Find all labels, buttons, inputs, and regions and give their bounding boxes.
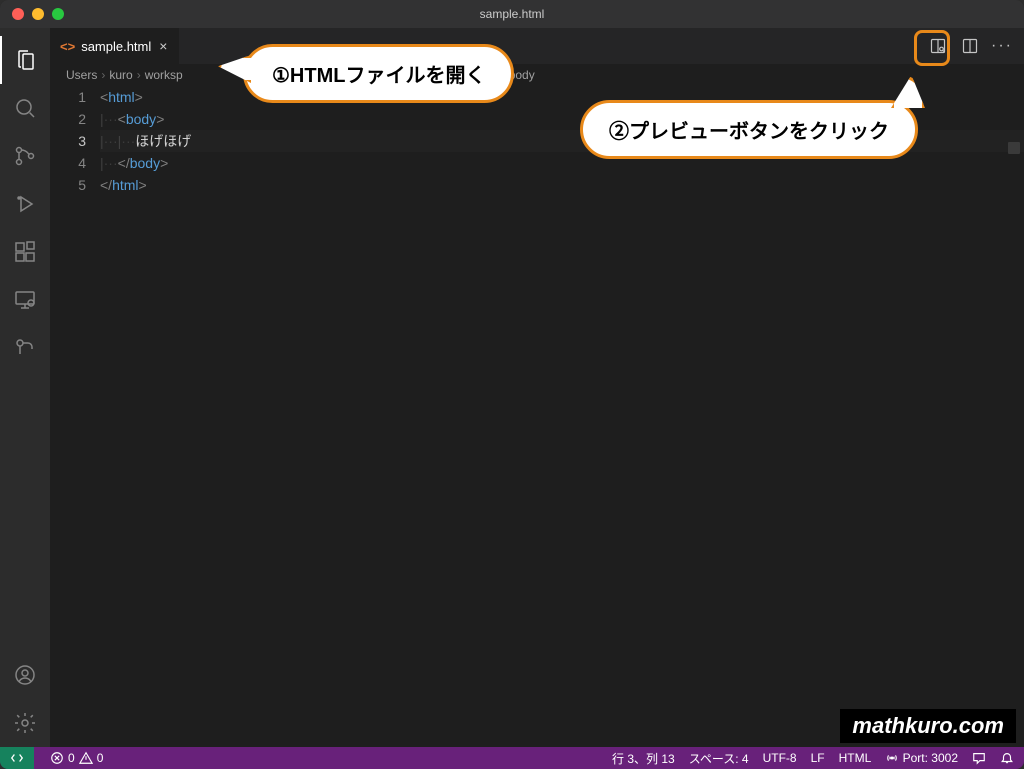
search-icon[interactable]	[0, 84, 50, 132]
minimap[interactable]	[1004, 86, 1024, 186]
minimize-window-button[interactable]	[32, 8, 44, 20]
close-window-button[interactable]	[12, 8, 24, 20]
annotation-callout-2: ②プレビューボタンをクリック	[580, 100, 918, 159]
watermark: mathkuro.com	[840, 709, 1016, 743]
extensions-icon[interactable]	[0, 228, 50, 276]
breadcrumb-segment[interactable]: kuro	[109, 68, 132, 82]
explorer-icon[interactable]	[0, 36, 50, 84]
indentation[interactable]: スペース: 4	[689, 750, 749, 767]
eol[interactable]: LF	[811, 751, 825, 765]
language-mode[interactable]: HTML	[839, 751, 872, 765]
activity-bar	[0, 28, 50, 747]
remote-indicator[interactable]	[0, 747, 34, 769]
status-bar: 0 0 行 3、列 13 スペース: 4 UTF-8 LF HTML Port:…	[0, 747, 1024, 769]
tab-bar: <> sample.html × ···	[50, 28, 1024, 64]
go-live-port[interactable]: Port: 3002	[885, 751, 958, 766]
window-title: sample.html	[480, 7, 545, 21]
split-editor-button[interactable]	[956, 32, 984, 60]
problems-button[interactable]: 0 0	[50, 751, 103, 766]
bell-icon[interactable]	[1000, 751, 1014, 766]
encoding[interactable]: UTF-8	[763, 751, 797, 765]
code-content[interactable]: <html> |···<body> |···|···ほげほげ |···</bod…	[100, 86, 1024, 747]
more-actions-button[interactable]: ···	[988, 32, 1016, 60]
title-bar: sample.html	[0, 0, 1024, 28]
line-numbers: 1 2 3 4 5	[50, 86, 100, 747]
source-control-icon[interactable]	[0, 132, 50, 180]
html-file-icon: <>	[60, 39, 75, 54]
window-controls	[12, 8, 64, 20]
chevron-right-icon: ›	[137, 68, 141, 82]
error-icon	[50, 751, 64, 766]
broadcast-icon	[885, 751, 899, 765]
breadcrumb-segment[interactable]: worksp	[145, 68, 183, 82]
cursor-position[interactable]: 行 3、列 13	[612, 750, 675, 767]
remote-explorer-icon[interactable]	[0, 276, 50, 324]
debug-icon[interactable]	[0, 180, 50, 228]
annotation-text: ②プレビューボタンをクリック	[580, 100, 918, 159]
tab-label: sample.html	[81, 39, 151, 54]
annotation-callout-1: ①HTMLファイルを開く	[243, 44, 514, 103]
git-graph-icon[interactable]	[0, 324, 50, 372]
text-editor[interactable]: 1 2 3 4 5 <html> |···<body> |···|···ほげほげ…	[50, 86, 1024, 747]
feedback-icon[interactable]	[972, 751, 986, 766]
vscode-window: sample.html	[0, 0, 1024, 769]
tab-sample-html[interactable]: <> sample.html ×	[50, 28, 179, 64]
annotation-text: ①HTMLファイルを開く	[243, 44, 514, 103]
close-tab-icon[interactable]: ×	[157, 38, 169, 54]
warning-icon	[79, 751, 93, 766]
account-icon[interactable]	[0, 651, 50, 699]
maximize-window-button[interactable]	[52, 8, 64, 20]
breadcrumb-segment[interactable]: Users	[66, 68, 97, 82]
breadcrumb[interactable]: Users › kuro › worksp body	[50, 64, 1024, 86]
chevron-right-icon: ›	[101, 68, 105, 82]
settings-gear-icon[interactable]	[0, 699, 50, 747]
open-preview-button[interactable]	[924, 32, 952, 60]
